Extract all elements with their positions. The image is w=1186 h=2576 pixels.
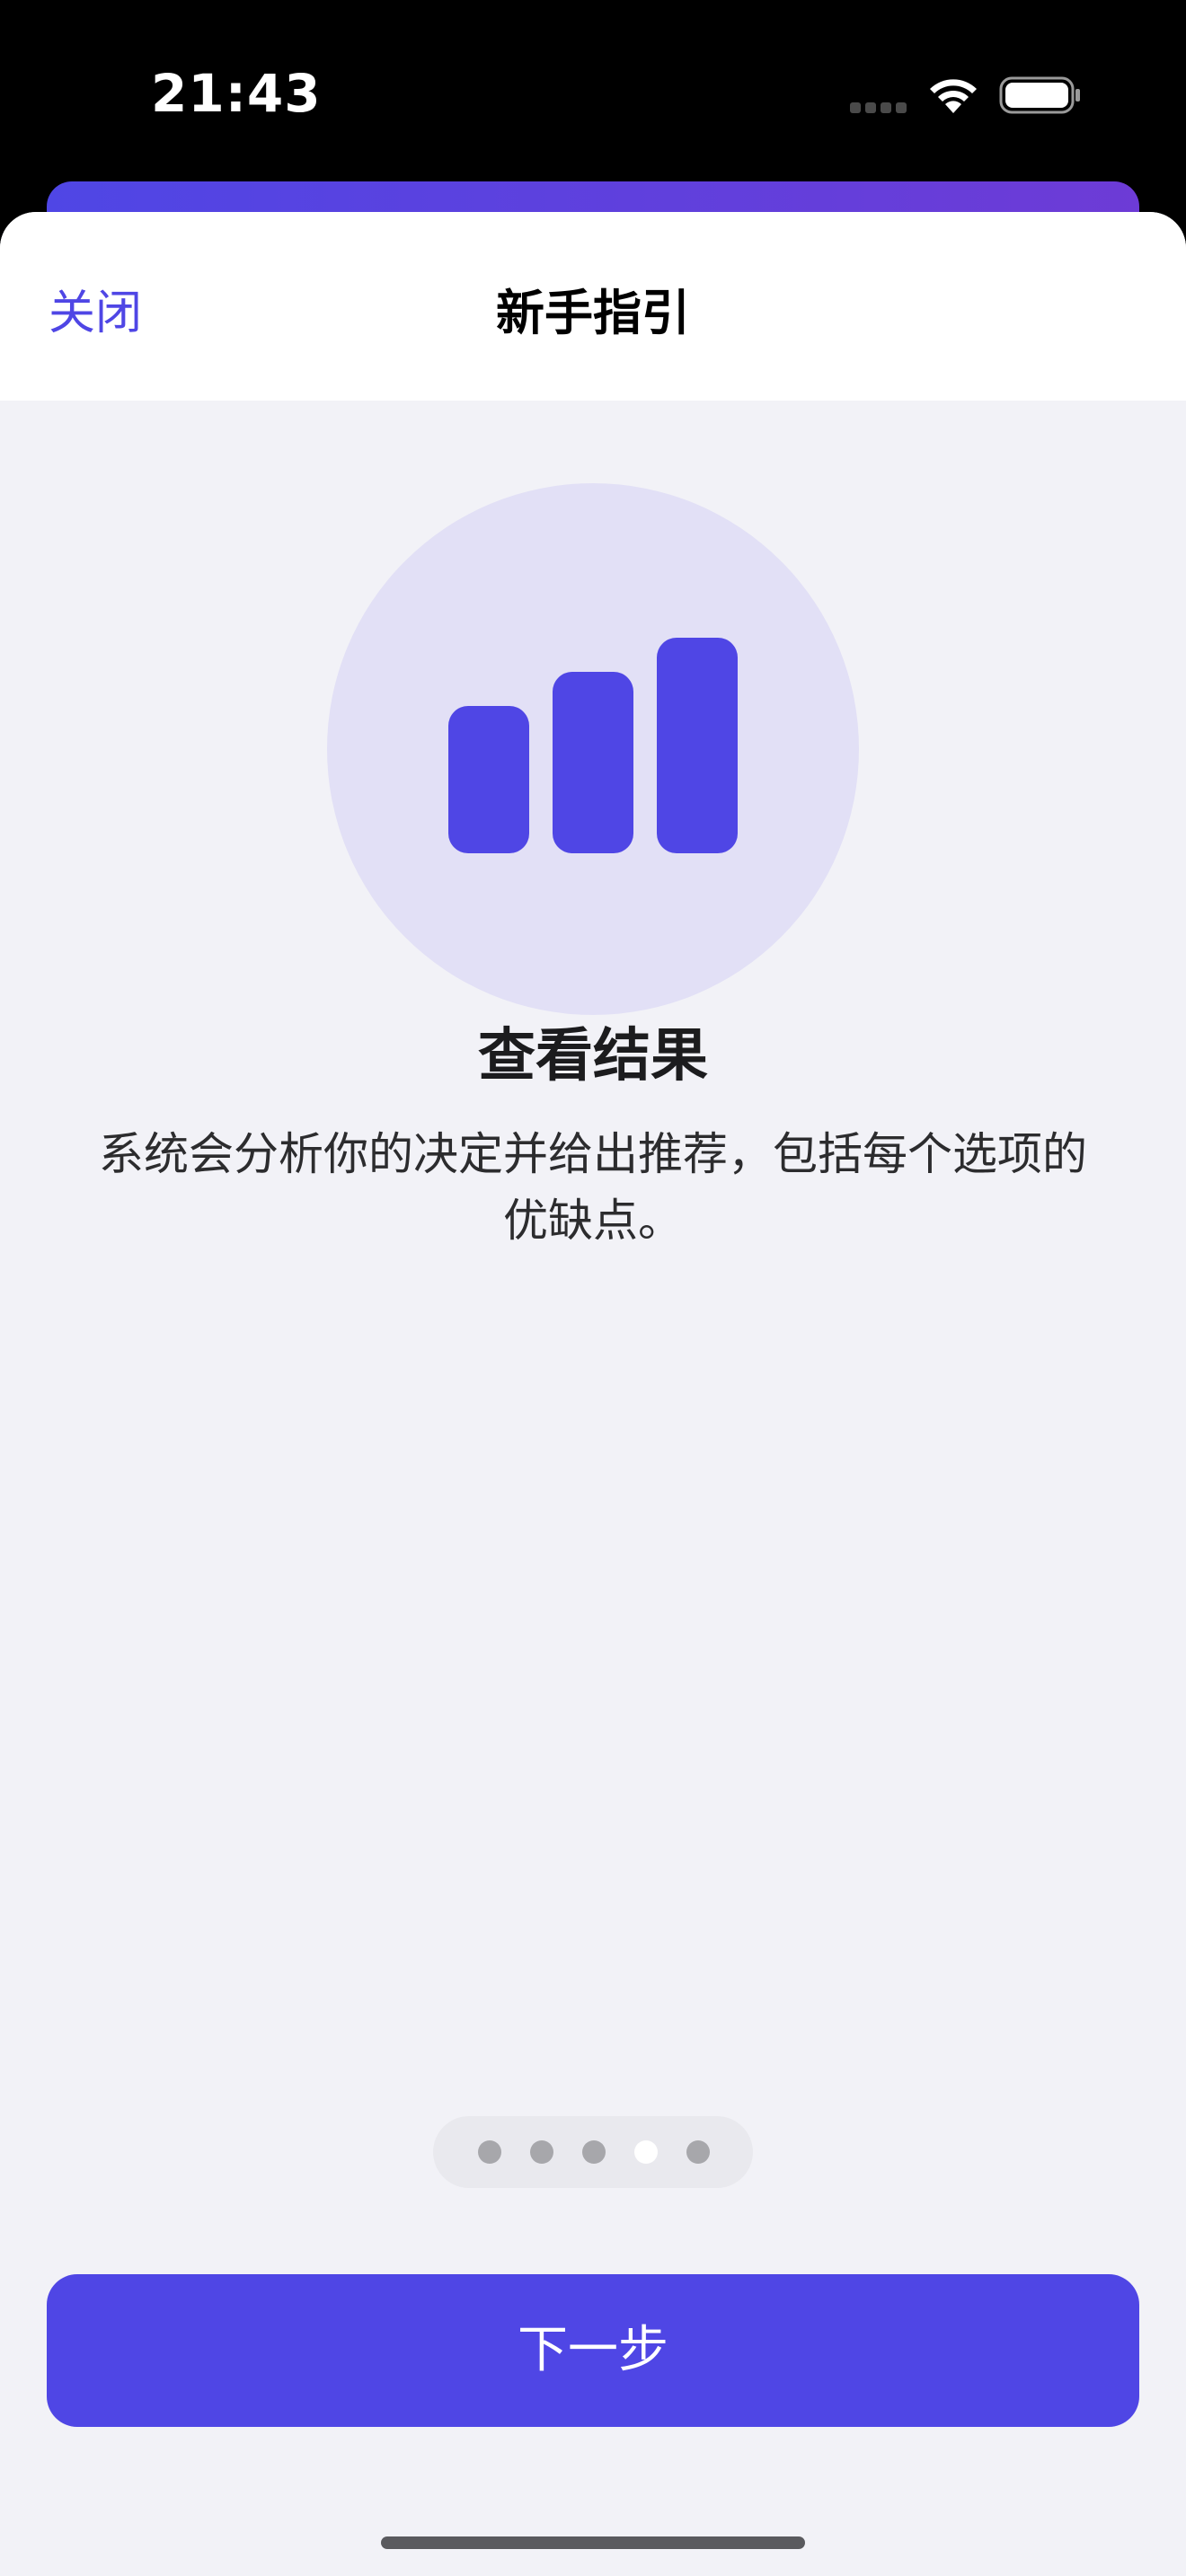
- nav-bar: 关闭 新手指引: [0, 212, 1186, 401]
- page-dot[interactable]: [478, 2140, 501, 2164]
- cellular-signal-icon: [850, 102, 907, 115]
- page-dot[interactable]: [686, 2140, 710, 2164]
- page-dot-active[interactable]: [634, 2140, 658, 2164]
- step-title: 查看结果: [478, 1023, 708, 1090]
- page-dot[interactable]: [530, 2140, 553, 2164]
- screen: 21:43 关闭 新手指引 查看结果 系统会分析你的决定并给出推荐，包括每个选项…: [0, 0, 1186, 2576]
- page-dot[interactable]: [582, 2140, 606, 2164]
- status-bar: 21:43: [0, 0, 1186, 180]
- status-time: 21:43: [151, 63, 322, 124]
- nav-title: 新手指引: [496, 285, 690, 341]
- battery-icon: [999, 76, 1080, 114]
- step-description: 系统会分析你的决定并给出推荐，包括每个选项的优缺点。: [99, 1128, 1087, 1247]
- next-button[interactable]: 下一步: [47, 2274, 1139, 2427]
- bar-chart-icon-bar-medium: [553, 672, 633, 853]
- home-indicator: [381, 2536, 805, 2549]
- bar-chart-illustration: [327, 483, 859, 1015]
- bar-chart-icon-bar-short: [448, 706, 529, 853]
- wifi-icon: [930, 79, 977, 113]
- page-indicator[interactable]: [433, 2116, 753, 2188]
- onboarding-sheet: 关闭 新手指引 查看结果 系统会分析你的决定并给出推荐，包括每个选项的优缺点。 …: [0, 212, 1186, 2576]
- bar-chart-icon-bar-tall: [657, 638, 738, 853]
